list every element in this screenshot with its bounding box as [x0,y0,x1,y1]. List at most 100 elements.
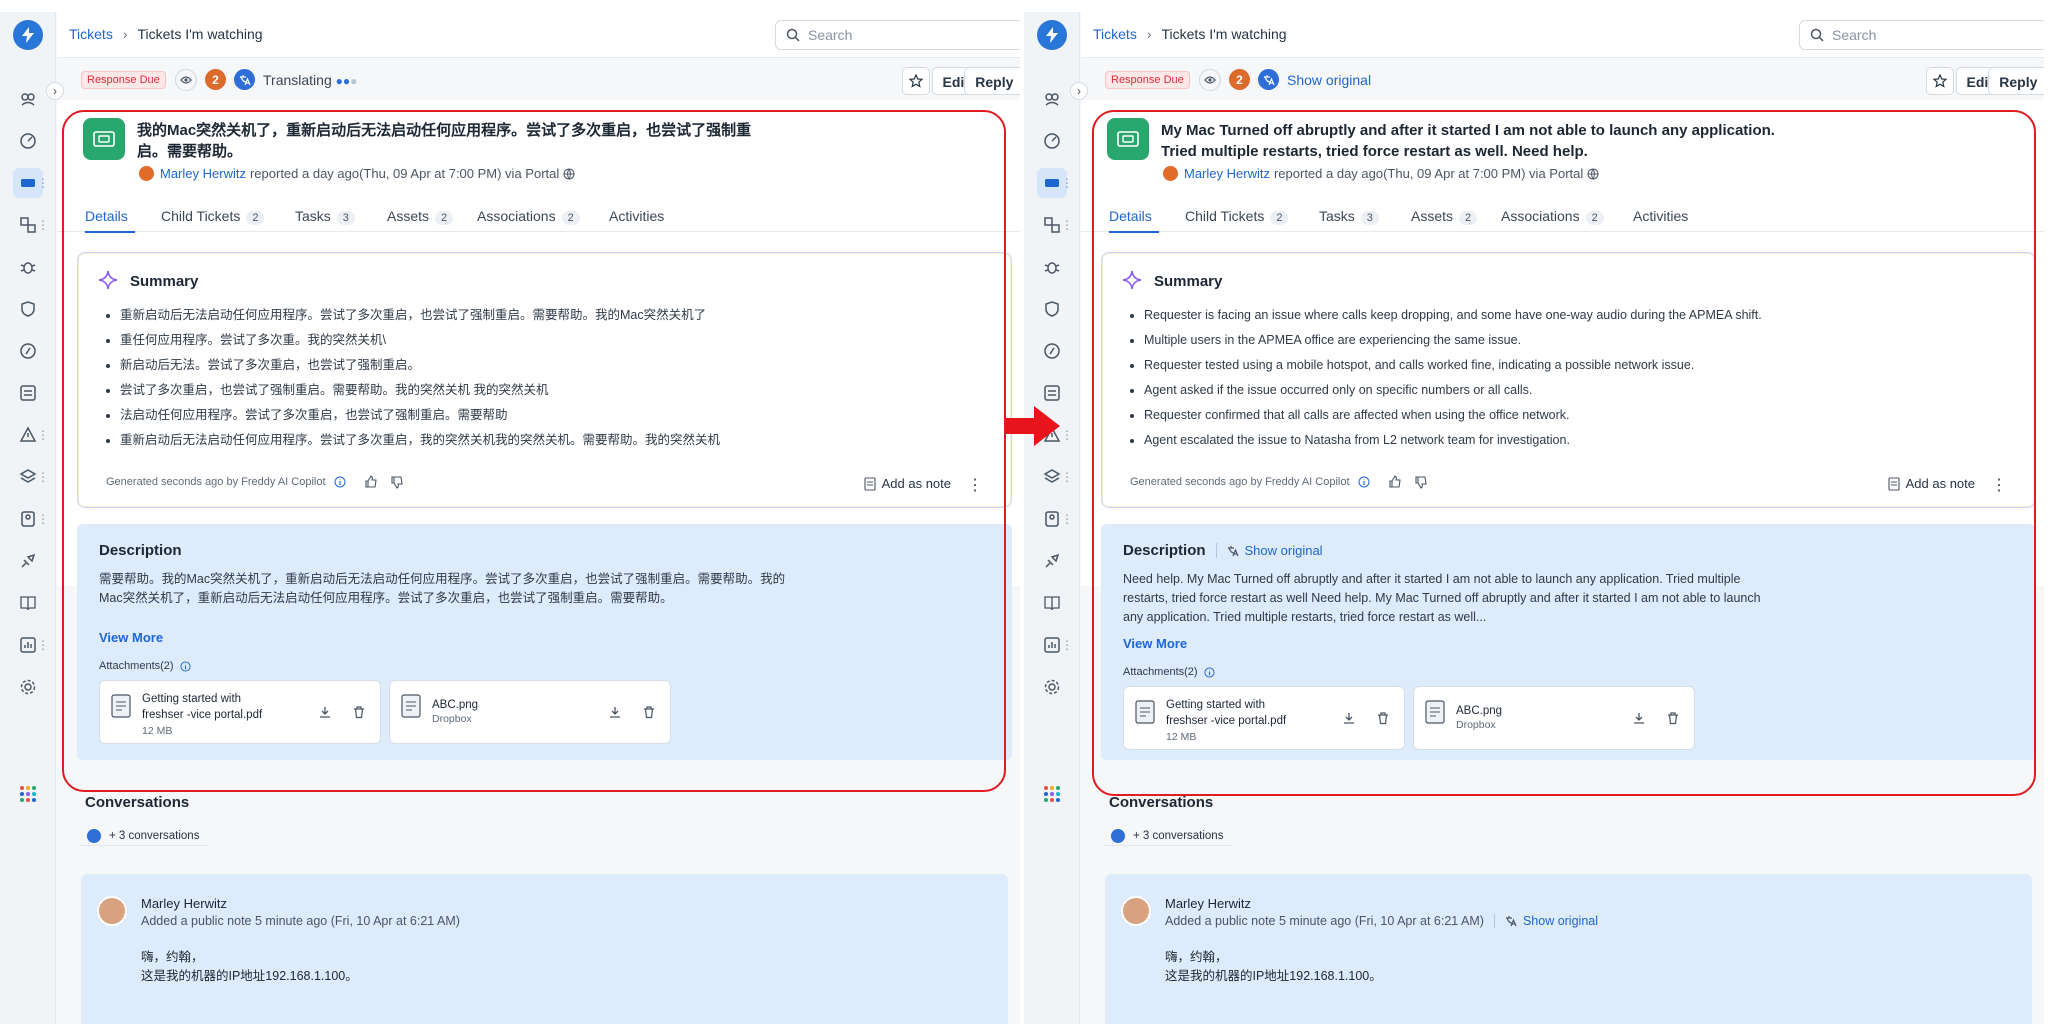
info-icon[interactable] [1358,476,1370,488]
trash-icon[interactable] [642,705,656,719]
star-icon[interactable] [902,67,930,95]
changes-icon[interactable]: ⋮ [0,204,56,246]
thumbs-up-icon[interactable] [364,475,378,489]
trash-icon[interactable] [1666,711,1680,725]
tab-details[interactable]: Details [1109,208,1152,224]
reply-button[interactable]: Reply ⌄ [1988,67,2044,95]
tickets-icon[interactable]: ⋮ [0,162,56,204]
tab-activities[interactable]: Activities [609,208,664,224]
releases-icon[interactable] [1024,330,1080,372]
thumbs-down-icon[interactable] [390,475,404,489]
settings-gear-icon[interactable] [0,666,56,708]
changes-icon[interactable]: ⋮ [1024,204,1080,246]
ticket-header-bar: Response Due 2 Translating ●●● Edit Repl… [57,58,1020,100]
description-title-text: Description [1123,542,1206,559]
download-icon[interactable] [1632,711,1646,725]
globe-icon [563,168,575,180]
watcher-count-badge[interactable]: 2 [1229,69,1250,90]
reports-icon[interactable]: ⋮ [0,624,56,666]
translate-icon[interactable] [1258,69,1279,90]
thumbs-down-icon[interactable] [1414,475,1428,489]
download-icon[interactable] [1342,711,1356,725]
reports-icon[interactable]: ⋮ [1024,624,1080,666]
view-more-link[interactable]: View More [1123,636,1187,651]
watch-eye-icon[interactable] [1199,69,1221,91]
shield-icon[interactable] [1024,288,1080,330]
search-input[interactable]: Search [775,20,1020,50]
tab-associations[interactable]: Associations 2 [1501,208,1604,225]
image-file-icon [1425,700,1445,724]
attachment-card[interactable]: Getting started with freshser -vice port… [99,680,381,744]
more-conversations-button[interactable]: + 3 conversations [79,822,208,846]
tab-child-tickets[interactable]: Child Tickets 2 [161,208,265,225]
description-show-original-link[interactable]: Show original [1215,543,1323,558]
search-input[interactable]: Search [1799,20,2044,50]
problems-bug-icon[interactable] [1024,246,1080,288]
note-show-original-link[interactable]: Show original [1493,914,1598,928]
satellite-icon[interactable] [0,540,56,582]
add-as-note-button[interactable]: Add as note [1888,476,1975,491]
tab-assets[interactable]: Assets 2 [387,208,454,225]
app-grid-icon[interactable] [1042,784,1062,804]
reporter-name[interactable]: Marley Herwitz [160,166,246,181]
info-icon[interactable] [1204,666,1215,678]
watcher-count-badge[interactable]: 2 [205,69,226,90]
summary-more-menu-icon[interactable]: ⋮ [1991,478,2007,494]
tickets-icon[interactable]: ⋮ [1024,162,1080,204]
knowledge-book-icon[interactable] [0,582,56,624]
reporter-name[interactable]: Marley Herwitz [1184,166,1270,181]
tab-child-tickets-label: Child Tickets [1185,208,1265,224]
dashboard-icon[interactable] [1024,120,1080,162]
expand-rail-chevron-icon[interactable]: › [46,82,64,100]
app-grid-icon[interactable] [18,784,38,804]
summary-more-menu-icon[interactable]: ⋮ [967,478,983,494]
add-as-note-button[interactable]: Add as note [864,476,951,491]
layers-icon[interactable]: ⋮ [1024,456,1080,498]
contacts-icon[interactable]: ⋮ [0,498,56,540]
tab-associations[interactable]: Associations 2 [477,208,580,225]
breadcrumb-tickets-link[interactable]: Tickets [69,26,113,42]
layers-icon[interactable]: ⋮ [0,456,56,498]
download-icon[interactable] [608,705,622,719]
tab-tasks[interactable]: Tasks 3 [1319,208,1379,225]
trash-icon[interactable] [352,705,366,719]
tab-child-tickets[interactable]: Child Tickets 2 [1185,208,1289,225]
breadcrumb-tickets-link[interactable]: Tickets [1093,26,1137,42]
reply-button[interactable]: Reply ⌄ [964,67,1020,95]
knowledge-book-icon[interactable] [1024,582,1080,624]
show-original-link[interactable]: Show original [1287,72,1371,88]
tab-details[interactable]: Details [85,208,128,224]
translate-icon[interactable] [234,69,255,90]
summary-footer: Generated seconds ago by Freddy AI Copil… [106,475,404,489]
view-more-link[interactable]: View More [99,630,163,645]
expand-rail-chevron-icon[interactable]: › [1070,82,1088,100]
public-note-card: Marley Herwitz Added a public note 5 min… [81,874,1008,1024]
contacts-icon[interactable]: ⋮ [1024,498,1080,540]
dashboard-icon[interactable] [0,120,56,162]
releases-icon[interactable] [0,330,56,372]
info-icon[interactable] [180,660,191,672]
settings-gear-icon[interactable] [1024,666,1080,708]
freshservice-logo[interactable] [13,20,43,50]
note-author[interactable]: Marley Herwitz [1165,896,1251,911]
attachment-card[interactable]: Getting started with freshser -vice port… [1123,686,1405,750]
note-author[interactable]: Marley Herwitz [141,896,227,911]
alert-icon[interactable]: ⋮ [0,414,56,456]
tab-activities[interactable]: Activities [1633,208,1688,224]
satellite-icon[interactable] [1024,540,1080,582]
freshservice-logo[interactable] [1037,20,1067,50]
trash-icon[interactable] [1376,711,1390,725]
tab-tasks[interactable]: Tasks 3 [295,208,355,225]
download-icon[interactable] [318,705,332,719]
tab-assets[interactable]: Assets 2 [1411,208,1478,225]
info-icon[interactable] [334,476,346,488]
thumbs-up-icon[interactable] [1388,475,1402,489]
watch-eye-icon[interactable] [175,69,197,91]
star-icon[interactable] [1926,67,1954,95]
more-conversations-button[interactable]: + 3 conversations [1103,822,1232,846]
forms-icon[interactable] [0,372,56,414]
shield-icon[interactable] [0,288,56,330]
attachment-card[interactable]: ABC.png Dropbox [389,680,671,744]
problems-bug-icon[interactable] [0,246,56,288]
attachment-card[interactable]: ABC.png Dropbox [1413,686,1695,750]
